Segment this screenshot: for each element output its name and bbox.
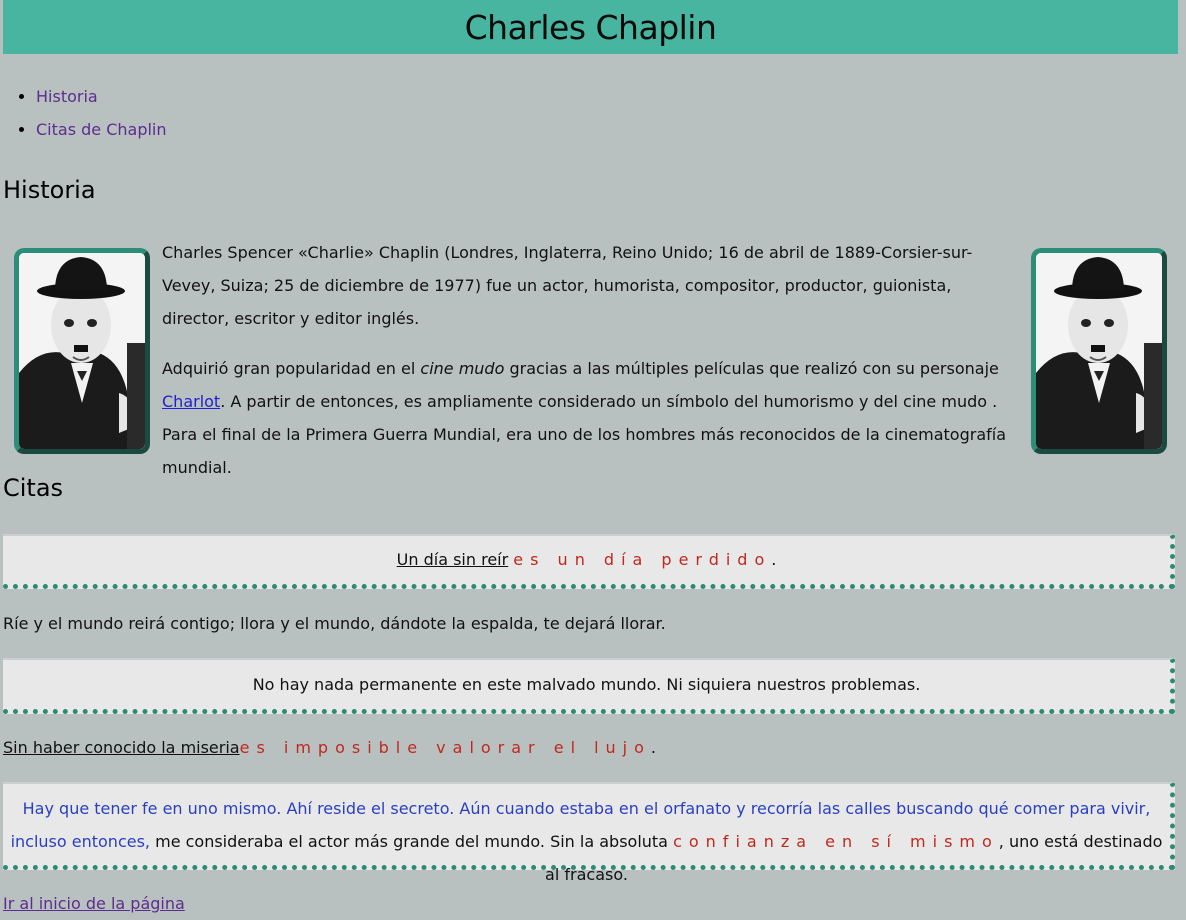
- bio-emphasis: cine mudo: [420, 359, 505, 378]
- quote-4: Sin haber conocido la miseriaes imposibl…: [3, 738, 656, 757]
- quote-box-3: No hay nada permanente en este malvado m…: [3, 658, 1175, 714]
- nav-item-historia: Historia: [36, 80, 167, 113]
- nav-link-historia[interactable]: Historia: [36, 87, 98, 106]
- bio-text: . A partir de entonces, es ampliamente c…: [162, 392, 1007, 477]
- back-to-top-link[interactable]: Ir al inicio de la página: [3, 894, 185, 913]
- bio-paragraph-2: Adquirió gran popularidad en el cine mud…: [162, 352, 1022, 484]
- quote-4-underlined: Sin haber conocido la miseria: [3, 738, 240, 757]
- quote-4-highlight: es imposible valorar el lujo: [239, 738, 651, 757]
- chaplin-photo-left: [14, 248, 150, 454]
- quote-box-5: Hay que tener fe en uno mismo. Ahí resid…: [3, 782, 1175, 884]
- page-title: Charles Chaplin: [464, 7, 717, 47]
- page-header: Charles Chaplin: [3, 0, 1178, 54]
- quote-2: Ríe y el mundo reirá contigo; llora y el…: [3, 614, 666, 633]
- chaplin-photo-right: [1031, 248, 1167, 454]
- nav-item-citas: Citas de Chaplin: [36, 113, 167, 146]
- bio-paragraph-1: Charles Spencer «Charlie» Chaplin (Londr…: [162, 243, 973, 328]
- charlot-link[interactable]: Charlot: [162, 392, 220, 411]
- quote-1-end: .: [771, 550, 777, 569]
- quote-1-underlined: Un día sin reír: [396, 550, 509, 569]
- quote-1-highlight: es un día perdido: [513, 550, 772, 569]
- historia-heading: Historia: [3, 176, 96, 204]
- bio-text: gracias a las múltiples películas que re…: [504, 359, 999, 378]
- quote-5-highlight: confianza en sí mismo: [673, 832, 999, 851]
- quote-box-1: Un día sin reír es un día perdido.: [3, 534, 1175, 589]
- bio-text: Adquirió gran popularidad en el: [162, 359, 421, 378]
- section-nav: Historia Citas de Chaplin: [0, 80, 167, 146]
- historia-text: Charles Spencer «Charlie» Chaplin (Londr…: [162, 236, 1022, 501]
- quote-5-text: me consideraba el actor más grande del m…: [150, 832, 674, 851]
- citas-heading: Citas: [3, 474, 64, 502]
- nav-link-citas[interactable]: Citas de Chaplin: [36, 120, 167, 139]
- quote-4-end: .: [650, 738, 657, 757]
